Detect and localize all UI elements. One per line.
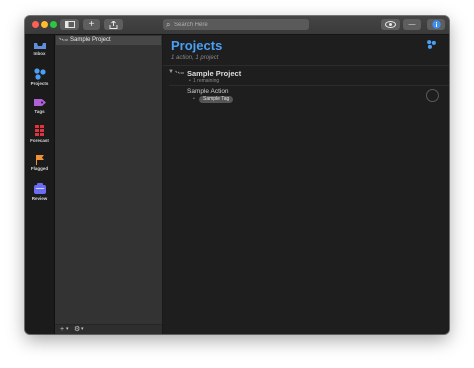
sidebar-item-label: Review bbox=[31, 196, 48, 201]
divider bbox=[163, 65, 449, 66]
action-checkbox[interactable] bbox=[426, 89, 439, 102]
projects-icon bbox=[33, 68, 46, 80]
bullet: • bbox=[193, 96, 195, 102]
project-remaining: 1 remaining bbox=[193, 78, 220, 84]
share-icon bbox=[109, 19, 118, 29]
settings-icon[interactable]: ⚙ bbox=[74, 325, 80, 334]
sidebar-icon bbox=[64, 21, 75, 28]
add-menu-chevron-icon[interactable]: ▾ bbox=[66, 325, 69, 334]
sidebar-item-forecast[interactable]: Forecast bbox=[25, 125, 54, 149]
main-content: Projects 1 action, 1 project ▼ Sample Pr… bbox=[163, 35, 449, 334]
page-subtitle: 1 action, 1 project bbox=[171, 55, 219, 61]
settings-menu-chevron-icon[interactable]: ▾ bbox=[81, 325, 84, 334]
disclosure-triangle-icon[interactable]: ▼ bbox=[168, 69, 174, 75]
projects-icon bbox=[427, 40, 436, 49]
sidebar-item-label: Tags bbox=[34, 109, 45, 114]
toolbar: + ⌕ — bbox=[25, 16, 449, 35]
zoom-window-button[interactable] bbox=[50, 21, 57, 28]
add-button[interactable]: + bbox=[60, 325, 64, 334]
overflow-button[interactable]: — bbox=[403, 19, 421, 30]
action-title[interactable]: Sample Action bbox=[187, 88, 229, 95]
review-icon bbox=[33, 183, 46, 194]
page-title: Projects bbox=[171, 38, 223, 53]
close-window-button[interactable] bbox=[32, 21, 39, 28]
eye-icon bbox=[385, 21, 396, 28]
search-icon: ⌕ bbox=[166, 20, 171, 29]
list-footer: + ▾ ⚙ ▾ bbox=[55, 324, 162, 334]
project-title[interactable]: Sample Project bbox=[187, 69, 241, 78]
minimize-window-button[interactable] bbox=[41, 21, 48, 28]
sidebar-item-label: Forecast bbox=[30, 138, 49, 143]
list-item[interactable]: Sample Project bbox=[56, 36, 161, 45]
tag-icon bbox=[33, 99, 46, 106]
tag-pill[interactable]: Sample Tag bbox=[199, 96, 234, 103]
sidebar-item-inbox[interactable]: Inbox bbox=[25, 39, 54, 63]
sidebar-item-review[interactable]: Review bbox=[25, 183, 54, 207]
inspector-button[interactable] bbox=[427, 19, 445, 30]
sidebar-item-tags[interactable]: Tags bbox=[25, 97, 54, 121]
project-list: Sample Project + ▾ ⚙ ▾ bbox=[55, 35, 163, 334]
app-window: + ⌕ — bbox=[25, 16, 449, 334]
sidebar-item-flagged[interactable]: Flagged bbox=[25, 154, 54, 178]
list-item-label: Sample Project bbox=[70, 37, 111, 43]
new-action-button[interactable]: + bbox=[83, 19, 100, 30]
sidebar-item-label: Projects bbox=[30, 81, 49, 86]
perspective-view-button[interactable] bbox=[381, 19, 400, 30]
search-input[interactable] bbox=[174, 19, 304, 30]
search-field[interactable]: ⌕ bbox=[163, 19, 309, 30]
sidebar-item-projects[interactable]: Projects bbox=[25, 68, 54, 92]
flag-icon bbox=[35, 155, 44, 165]
forecast-icon bbox=[34, 125, 44, 136]
info-icon bbox=[431, 20, 441, 29]
project-glyph-icon bbox=[175, 70, 184, 74]
project-glyph-icon bbox=[59, 37, 68, 41]
divider bbox=[169, 85, 449, 86]
inbox-icon bbox=[33, 43, 46, 49]
share-button[interactable] bbox=[104, 19, 123, 30]
sidebar-toggle-button[interactable] bbox=[60, 19, 79, 30]
sidebar-item-label: Inbox bbox=[33, 51, 46, 56]
perspective-sidebar: Inbox Projects Tags Forecast Flagged Rev… bbox=[25, 35, 55, 334]
sidebar-item-label: Flagged bbox=[30, 166, 49, 171]
bullet: • bbox=[189, 78, 191, 84]
